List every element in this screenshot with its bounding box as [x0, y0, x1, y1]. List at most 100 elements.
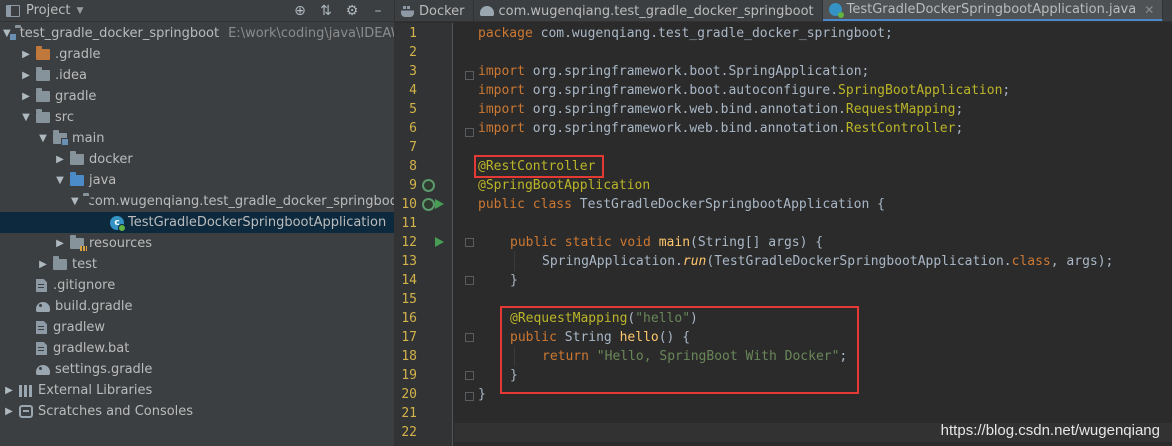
tree-item-docker[interactable]: ▶ docker — [0, 149, 394, 170]
gradle-icon — [36, 364, 50, 375]
tab-label: com.wugenqiang.test_gradle_docker_spring… — [498, 3, 814, 19]
spring-bean-icon[interactable] — [422, 179, 435, 192]
tree-item-label: .gitignore — [53, 278, 116, 293]
chevron-down-icon[interactable]: ▼ — [71, 196, 79, 207]
fold-marker-icon[interactable] — [465, 238, 474, 247]
project-path-hint: E:\work\coding\java\IDEAWo — [228, 26, 395, 41]
spring-bean-icon[interactable] — [422, 198, 435, 211]
panel-tools: ⊕ ⇅ ⚙ – — [292, 0, 386, 22]
folder-icon — [70, 151, 84, 165]
code-line-14: } — [510, 273, 518, 288]
source-folder-icon — [70, 172, 84, 186]
line-number: 17 — [401, 330, 417, 345]
gear-icon[interactable]: ⚙ — [344, 3, 360, 19]
chevron-right-icon[interactable]: ▶ — [37, 259, 49, 270]
tree-item-gradle-dir[interactable]: ▶ .gradle — [0, 44, 394, 65]
tree-item-resources[interactable]: ▶ resources — [0, 233, 394, 254]
tab-main-class[interactable]: TestGradleDockerSpringbootApplication.ja… — [822, 0, 1164, 21]
line-number: 13 — [401, 254, 417, 269]
chevron-down-icon[interactable]: ▼ — [37, 133, 49, 144]
spring-class-icon: c — [110, 215, 126, 232]
chevron-down-icon[interactable]: ▼ — [76, 6, 83, 16]
tree-item-settings-gradle[interactable]: settings.gradle — [0, 359, 394, 380]
code-line-5: import org.springframework.web.bind.anno… — [478, 102, 964, 117]
folder-icon — [36, 67, 50, 81]
tree-item-label: test_gradle_docker_springboot — [19, 26, 220, 41]
tree-item-label: test — [72, 257, 97, 272]
gradle-icon — [36, 301, 50, 312]
project-panel-title[interactable]: Project — [26, 3, 70, 18]
editor-tab-bar: Docker com.wugenqiang.test_gradle_docker… — [395, 0, 1172, 22]
tab-docker[interactable]: Docker — [395, 0, 474, 21]
tree-item-main[interactable]: ▼ main — [0, 128, 394, 149]
tree-item-label: .gradle — [55, 47, 101, 62]
locate-icon[interactable]: ⊕ — [292, 3, 308, 19]
tree-item-test[interactable]: ▶ test — [0, 254, 394, 275]
code-line-9: @SpringBootApplication — [478, 178, 651, 193]
code-line-12: public static void main(String[] args) { — [510, 235, 824, 250]
project-view-icon — [6, 4, 20, 17]
code-line-18: return "Hello, SpringBoot With Docker"; — [542, 349, 848, 364]
code-line-17: public String hello() { — [510, 330, 691, 345]
close-icon[interactable]: ✕ — [1144, 3, 1154, 17]
code-line-6: import org.springframework.web.bind.anno… — [478, 121, 964, 136]
tree-item-external-libraries[interactable]: ▶ External Libraries — [0, 380, 394, 401]
fold-marker-icon[interactable] — [465, 333, 474, 342]
fold-marker-icon[interactable] — [465, 128, 474, 137]
chevron-right-icon[interactable]: ▶ — [20, 91, 32, 102]
collapse-all-icon[interactable]: ⇅ — [318, 3, 334, 19]
line-number: 8 — [409, 159, 417, 174]
line-number: 16 — [401, 311, 417, 326]
code-line-8: @RestController — [478, 159, 596, 174]
tree-item-src[interactable]: ▼ src — [0, 107, 394, 128]
chevron-right-icon[interactable]: ▶ — [20, 49, 32, 60]
tree-item-gradlew-bat[interactable]: gradlew.bat — [0, 338, 394, 359]
code-editor[interactable]: package com.wugenqiang.test_gradle_docke… — [478, 23, 1168, 446]
code-line-20: } — [478, 387, 486, 402]
code-line-4: import org.springframework.boot.autoconf… — [478, 83, 1011, 98]
tree-item-java[interactable]: ▼ java — [0, 170, 394, 191]
hide-icon[interactable]: – — [370, 3, 386, 19]
chevron-right-icon[interactable]: ▶ — [20, 70, 32, 81]
tree-item-label: java — [89, 173, 117, 188]
project-panel: Project ▼ ⊕ ⇅ ⚙ – ▼ test_gradle_docker_s… — [0, 0, 395, 446]
folder-icon — [36, 109, 50, 123]
tree-item-label: com.wugenqiang.test_gradle_docker_spring… — [87, 194, 395, 209]
chevron-right-icon[interactable]: ▶ — [54, 154, 66, 165]
tree-item-idea[interactable]: ▶ .idea — [0, 65, 394, 86]
project-tree: ▼ test_gradle_docker_springboot E:\work\… — [0, 22, 394, 422]
folder-icon — [53, 130, 69, 146]
chevron-right-icon[interactable]: ▶ — [54, 238, 66, 249]
tree-item-scratches[interactable]: ▶ Scratches and Consoles — [0, 401, 394, 422]
docker-icon — [401, 5, 414, 17]
resources-folder-icon — [70, 235, 87, 251]
tree-item-label: gradle — [55, 89, 97, 104]
tree-item-gradlew[interactable]: gradlew — [0, 317, 394, 338]
tree-item-package[interactable]: ▼ com.wugenqiang.test_gradle_docker_spri… — [0, 191, 394, 212]
tree-item-gitignore[interactable]: .gitignore — [0, 275, 394, 296]
fold-marker-icon[interactable] — [465, 71, 474, 80]
tab-label: TestGradleDockerSpringbootApplication.ja… — [846, 2, 1137, 17]
fold-marker-icon[interactable] — [465, 276, 474, 285]
chevron-right-icon[interactable]: ▶ — [3, 385, 15, 396]
tree-item-project-root[interactable]: ▼ test_gradle_docker_springboot E:\work\… — [0, 23, 394, 44]
tree-item-gradle[interactable]: ▶ gradle — [0, 86, 394, 107]
line-number: 4 — [409, 83, 417, 98]
chevron-down-icon[interactable]: ▼ — [20, 112, 32, 123]
folder-icon — [36, 88, 50, 102]
chevron-down-icon[interactable]: ▼ — [54, 175, 66, 186]
code-line-13: SpringApplication.run(TestGradleDockerSp… — [542, 254, 1114, 269]
code-line-3: import org.springframework.boot.SpringAp… — [478, 64, 870, 79]
tab-package[interactable]: com.wugenqiang.test_gradle_docker_spring… — [474, 0, 823, 21]
tree-item-main-class[interactable]: c TestGradleDockerSpringbootApplication — [0, 212, 394, 233]
tree-item-label: .idea — [55, 68, 87, 83]
fold-marker-icon[interactable] — [465, 392, 474, 401]
chevron-right-icon[interactable]: ▶ — [3, 406, 15, 417]
run-icon[interactable] — [435, 237, 444, 247]
line-number: 20 — [401, 387, 417, 402]
tree-item-build-gradle[interactable]: build.gradle — [0, 296, 394, 317]
line-number: 1 — [409, 26, 417, 41]
run-icon[interactable] — [435, 199, 444, 209]
fold-marker-icon[interactable] — [465, 371, 474, 380]
line-number: 9 — [409, 178, 417, 193]
